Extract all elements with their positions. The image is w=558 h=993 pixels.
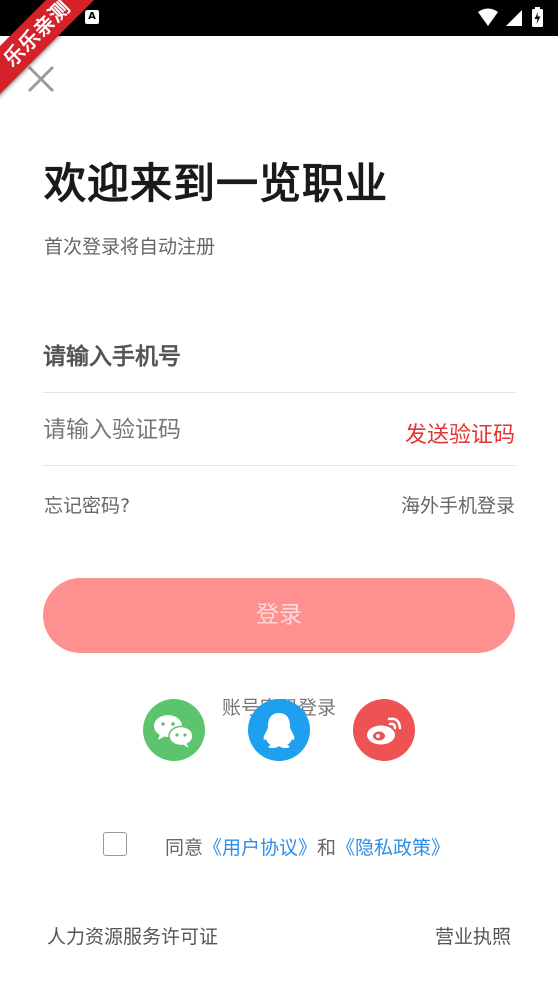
- business-license-link[interactable]: 营业执照: [435, 922, 511, 949]
- forgot-password-link[interactable]: 忘记密码?: [44, 491, 130, 518]
- wechat-login-button[interactable]: [143, 699, 205, 761]
- page-subtitle: 首次登录将自动注册: [44, 236, 216, 258]
- qq-icon: [263, 713, 295, 748]
- privacy-policy-link[interactable]: 《隐私政策》: [336, 837, 450, 859]
- wechat-icon: [154, 715, 194, 748]
- code-field-row: 发送验证码: [43, 393, 515, 466]
- verification-code-input[interactable]: [43, 409, 373, 451]
- agreement-prefix: 同意: [165, 837, 204, 859]
- weibo-login-button[interactable]: [353, 699, 415, 761]
- battery-charging-icon: [532, 7, 543, 27]
- overseas-phone-login-link[interactable]: 海外手机登录: [401, 491, 515, 518]
- weibo-icon: [367, 717, 402, 745]
- page-title: 欢迎来到一览职业: [44, 159, 389, 208]
- send-code-button[interactable]: 发送验证码: [405, 417, 515, 449]
- status-a-badge: A: [85, 10, 99, 24]
- agreement-text: 同意《用户协议》和《隐私政策》: [165, 833, 450, 860]
- phone-input[interactable]: [43, 336, 373, 378]
- wifi-icon: [478, 8, 498, 26]
- qq-login-button[interactable]: [248, 699, 310, 761]
- user-agreement-link[interactable]: 《用户协议》: [203, 837, 317, 859]
- hr-service-license-link[interactable]: 人力资源服务许可证: [47, 922, 218, 949]
- agreement-and: 和: [317, 837, 337, 859]
- status-icons: [476, 6, 548, 30]
- login-button[interactable]: 登录: [43, 578, 515, 653]
- signal-icon: [506, 10, 522, 26]
- agreement-checkbox[interactable]: [103, 832, 127, 856]
- phone-field-row: [43, 320, 515, 393]
